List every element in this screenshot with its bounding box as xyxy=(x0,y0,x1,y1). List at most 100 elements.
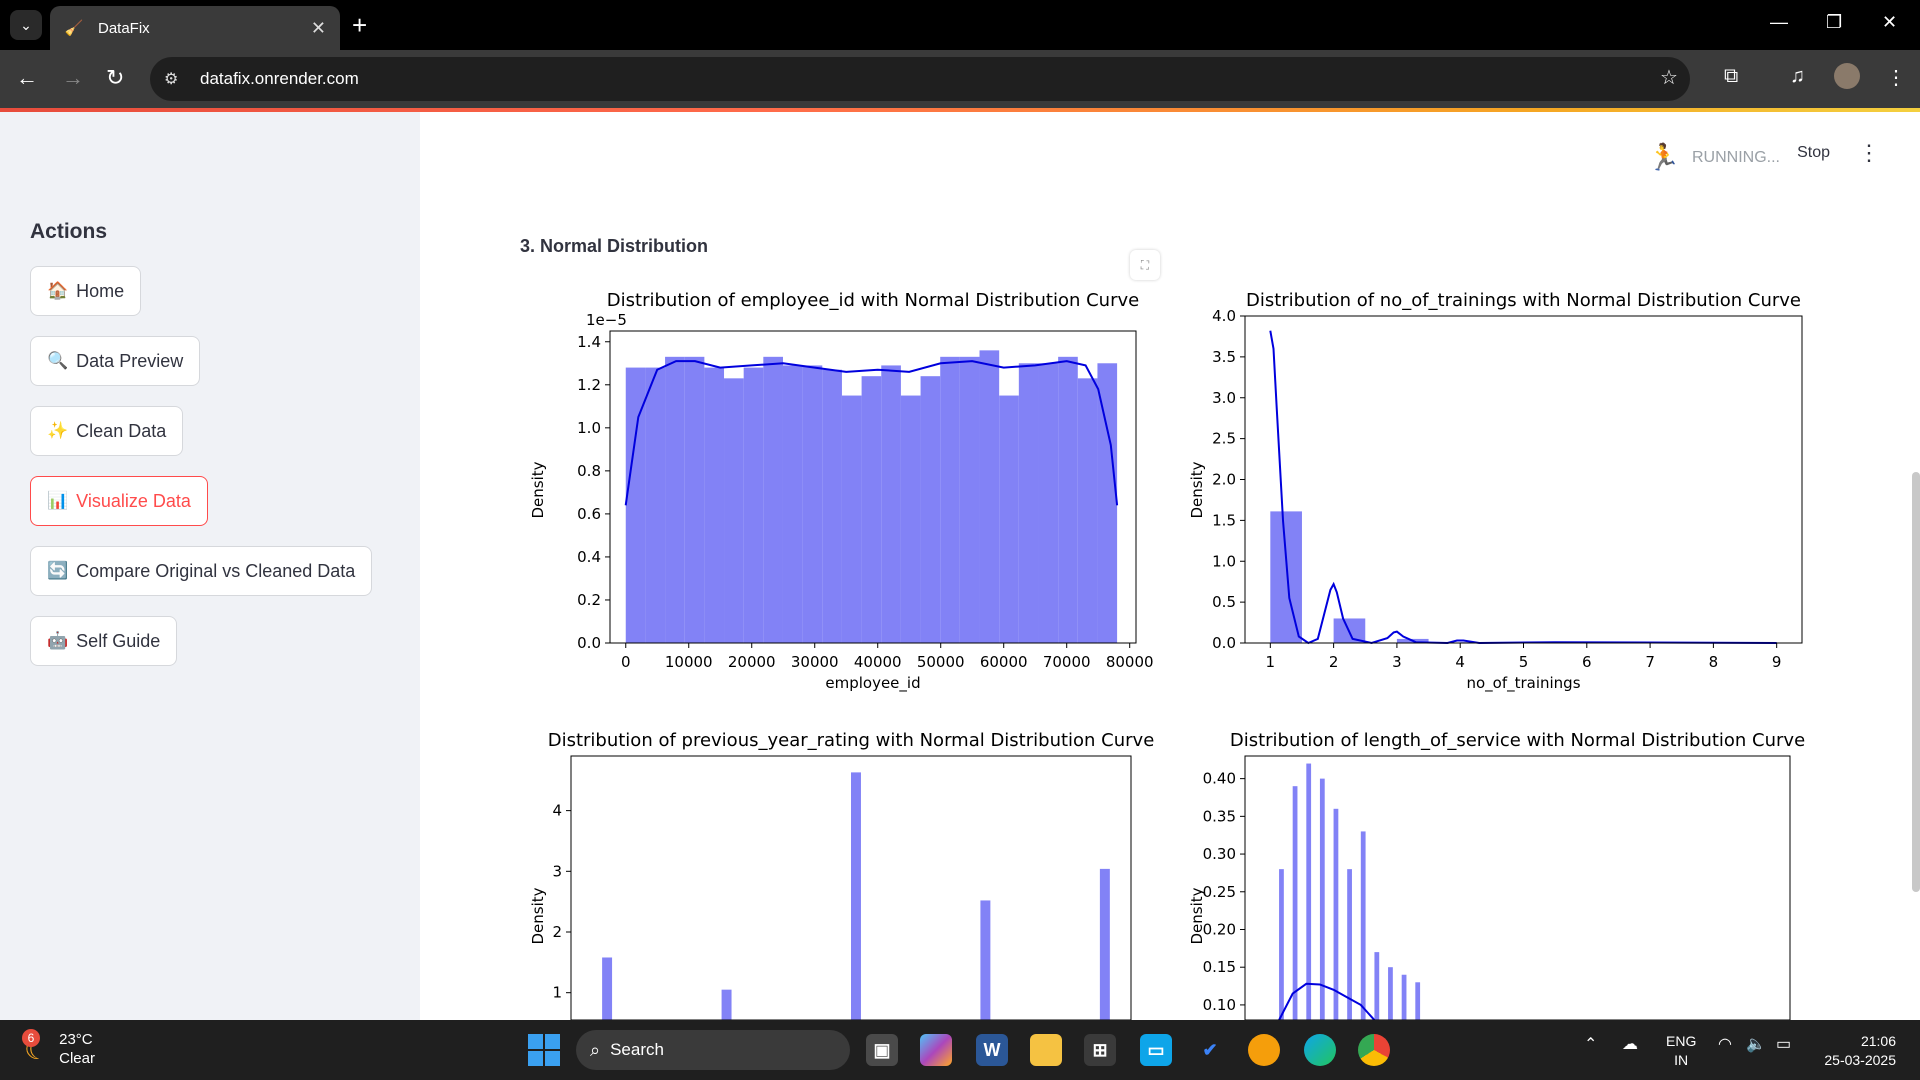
chart1-bar xyxy=(704,367,725,643)
chart1-bar xyxy=(861,376,882,643)
chart1-y-tick-label: 0.6 xyxy=(577,505,601,523)
chart4-bar xyxy=(1306,763,1312,1020)
chrome-icon[interactable] xyxy=(1358,1034,1390,1066)
clock-date: 25-03-2025 xyxy=(1824,1052,1896,1068)
file-explorer-icon[interactable] xyxy=(1030,1034,1062,1066)
chart2-x-tick-label: 8 xyxy=(1709,653,1719,671)
volume-icon[interactable]: 🔈 xyxy=(1746,1034,1766,1054)
chart2-kde-curve xyxy=(1269,330,1777,645)
chart1-xlabel: employee_id xyxy=(825,674,920,693)
chart2-bar xyxy=(1270,511,1302,643)
chart1-bar xyxy=(724,378,744,643)
chart2-y-tick-label: 3.0 xyxy=(1212,389,1236,407)
chart1-bar xyxy=(999,395,1019,643)
task-view-icon[interactable]: ▣ xyxy=(866,1034,898,1066)
chart1-y-tick-label: 0.4 xyxy=(577,548,601,566)
chart1-bar xyxy=(940,356,960,643)
chart1-bar xyxy=(684,356,705,643)
chart4-bar xyxy=(1360,831,1366,1020)
chart4-bar xyxy=(1388,967,1393,1020)
word-icon[interactable]: W xyxy=(976,1034,1008,1066)
language-indicator[interactable]: ENG IN xyxy=(1666,1032,1696,1070)
wifi-icon[interactable]: ◠ xyxy=(1718,1034,1732,1054)
todo-check-icon[interactable]: ✔ xyxy=(1194,1034,1226,1066)
chart1-x-tick-label: 30000 xyxy=(791,653,839,671)
chevron-up-icon[interactable]: ⌃ xyxy=(1584,1034,1597,1054)
taskbar: ☾ 6 23°C Clear ⌕ Search ▣ W ⊞ ▭ ✔ ⌃ ☁ ENG I… xyxy=(0,1020,1920,1080)
remote-desktop-icon[interactable]: ▭ xyxy=(1140,1034,1172,1066)
chart1-x-tick-label: 60000 xyxy=(980,653,1028,671)
copilot-icon[interactable] xyxy=(920,1034,952,1066)
chart1-bar xyxy=(763,356,783,643)
weather-desc: Clear xyxy=(59,1050,95,1067)
chart1-bar xyxy=(822,369,842,643)
chart4-plot-frame xyxy=(1244,755,1791,1020)
chart2-x-tick-label: 1 xyxy=(1266,653,1276,671)
chart4-y-tick-label: 0.20 xyxy=(1203,920,1236,938)
chart2-y-tick-label: 1.5 xyxy=(1212,511,1236,529)
chart3-bar xyxy=(721,989,732,1020)
chart1-y-tick-label: 0.0 xyxy=(577,634,601,652)
windows-start-icon[interactable] xyxy=(528,1034,560,1066)
chart2-x-tick-label: 9 xyxy=(1772,653,1782,671)
chart4-y-tick-label: 0.35 xyxy=(1203,807,1236,825)
cloud-offline-icon[interactable]: ☁ xyxy=(1622,1034,1638,1054)
edge-icon[interactable] xyxy=(1304,1034,1336,1066)
region-code: IN xyxy=(1674,1052,1689,1068)
chart1-x-tick-label: 50000 xyxy=(917,653,965,671)
taskbar-search[interactable]: ⌕ Search xyxy=(576,1030,850,1070)
chart3-bar xyxy=(980,900,991,1020)
clock[interactable]: 21:06 25-03-2025 xyxy=(1824,1032,1896,1070)
chart4-bar xyxy=(1401,974,1407,1020)
chart2-x-tick-label: 7 xyxy=(1645,653,1655,671)
chart2-y-tick-label: 4.0 xyxy=(1212,307,1236,325)
chart1-title: Distribution of employee_id with Normal … xyxy=(607,290,1139,311)
chart1-bar xyxy=(881,365,901,643)
chart1-bar xyxy=(959,356,980,643)
chart1-bar xyxy=(782,365,803,643)
chart4-bar xyxy=(1279,869,1284,1020)
chart1-x-tick-label: 10000 xyxy=(665,653,713,671)
chart1-y-tick-label: 0.2 xyxy=(577,591,601,609)
weather-temp: 23°C xyxy=(59,1031,93,1048)
chart2-y-tick-label: 2.0 xyxy=(1212,471,1236,489)
chart2-y-tick-label: 1.0 xyxy=(1212,552,1236,570)
chart4-ylabel: Density xyxy=(1188,887,1206,944)
search-icon: ⌕ xyxy=(590,1039,601,1060)
chart4-y-tick-label: 0.25 xyxy=(1203,883,1236,901)
battery-icon[interactable]: ▭ xyxy=(1776,1034,1791,1054)
chart4-y-tick-label: 0.15 xyxy=(1203,958,1236,976)
chart1-ylabel: Density xyxy=(529,461,547,518)
chart1-x-tick-label: 40000 xyxy=(854,653,902,671)
chart2-x-tick-label: 4 xyxy=(1455,653,1465,671)
chart2-y-tick-label: 0.0 xyxy=(1212,634,1236,652)
weather-widget[interactable]: ☾ 6 23°C Clear xyxy=(22,1028,95,1068)
chart4-bar xyxy=(1292,786,1298,1020)
clock-time: 21:06 xyxy=(1860,1033,1896,1049)
chart3-ylabel: Density xyxy=(529,887,547,944)
chart1-y-tick-label: 1.0 xyxy=(577,419,601,437)
chart2-ylabel: Density xyxy=(1188,461,1206,518)
chart2-x-tick-label: 3 xyxy=(1392,653,1402,671)
chart4-bar xyxy=(1374,952,1380,1020)
chart1-bar xyxy=(1097,363,1118,643)
chart3-y-tick-label: 2 xyxy=(552,923,562,941)
chart2-x-tick-label: 2 xyxy=(1329,653,1339,671)
chart1-bar xyxy=(1077,378,1098,643)
chart1-bar xyxy=(802,365,823,643)
chart3-y-tick-label: 4 xyxy=(552,802,562,820)
chart4-bar xyxy=(1333,808,1339,1020)
chart1-scale-label: 1e−5 xyxy=(586,311,627,329)
chart2-title: Distribution of no_of_trainings with Nor… xyxy=(1246,290,1801,311)
chart1-bar xyxy=(1058,356,1078,643)
chart2-x-tick-label: 5 xyxy=(1519,653,1529,671)
chart3-y-tick-label: 1 xyxy=(552,984,562,1002)
chart2-x-tick-label: 6 xyxy=(1582,653,1592,671)
store-icon[interactable]: ⊞ xyxy=(1084,1034,1116,1066)
search-placeholder: Search xyxy=(610,1040,664,1059)
chart1-x-tick-label: 80000 xyxy=(1106,653,1154,671)
chart1-bar xyxy=(743,367,764,643)
medal-icon[interactable] xyxy=(1248,1034,1280,1066)
notification-badge: 6 xyxy=(22,1028,40,1047)
chart1-bar xyxy=(665,356,685,643)
